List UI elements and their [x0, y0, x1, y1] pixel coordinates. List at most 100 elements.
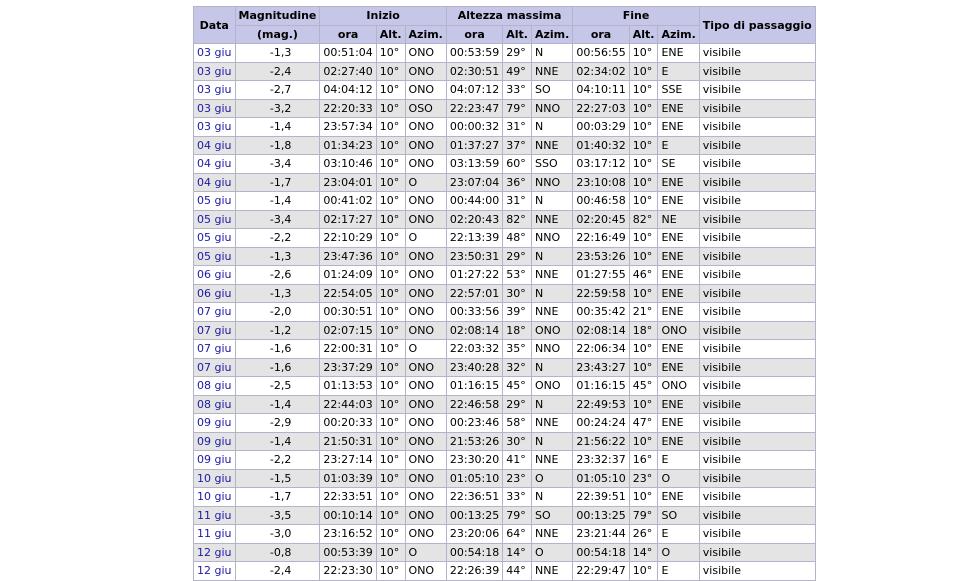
cell-max-altitude: 48° [502, 228, 532, 248]
col-header-pass-type: Tipo di passaggio [698, 6, 816, 44]
cell-max-time: 01:27:22 [445, 265, 504, 285]
cell-start-azimuth: O [404, 172, 447, 192]
date-link[interactable]: 12 giu [197, 546, 232, 559]
cell-end-altitude: 47° [628, 413, 659, 433]
cell-date-link: 09 giu [193, 431, 236, 451]
cell-max-time: 23:50:31 [445, 246, 504, 266]
date-link[interactable]: 03 giu [197, 65, 232, 78]
date-link[interactable]: 04 giu [197, 139, 232, 152]
date-link[interactable]: 09 giu [197, 453, 232, 466]
cell-date-link: 12 giu [193, 542, 236, 562]
cell-max-azimuth: N [530, 431, 574, 451]
date-link[interactable]: 05 giu [197, 231, 232, 244]
date-link[interactable]: 08 giu [197, 398, 232, 411]
cell-max-time: 04:07:12 [445, 80, 504, 100]
date-link[interactable]: 04 giu [197, 157, 232, 170]
cell-max-azimuth: O [530, 542, 574, 562]
date-link[interactable]: 05 giu [197, 250, 232, 263]
cell-start-azimuth: ONO [404, 561, 447, 581]
date-link[interactable]: 07 giu [197, 305, 232, 318]
date-link[interactable]: 07 giu [197, 324, 232, 337]
date-link[interactable]: 05 giu [197, 213, 232, 226]
cell-start-time: 23:47:36 [319, 246, 377, 266]
date-link[interactable]: 07 giu [197, 342, 232, 355]
date-link[interactable]: 05 giu [197, 194, 232, 207]
date-link[interactable]: 12 giu [197, 564, 232, 577]
cell-start-altitude: 10° [375, 117, 406, 137]
cell-end-time: 02:20:45 [572, 209, 630, 229]
cell-magnitude: -1,3 [234, 246, 321, 266]
cell-start-azimuth: ONO [404, 209, 447, 229]
cell-start-azimuth: ONO [404, 43, 447, 63]
cell-start-altitude: 10° [375, 154, 406, 174]
cell-start-time: 00:53:39 [319, 542, 377, 562]
cell-start-azimuth: ONO [404, 376, 447, 396]
cell-end-azimuth: E [657, 450, 700, 470]
cell-pass-type: visibile [698, 98, 816, 118]
cell-pass-type: visibile [698, 172, 816, 192]
col-header-end-time: ora [572, 24, 630, 44]
date-link[interactable]: 03 giu [197, 102, 232, 115]
cell-pass-type: visibile [698, 450, 816, 470]
cell-start-altitude: 10° [375, 561, 406, 581]
cell-max-altitude: 39° [502, 302, 532, 322]
cell-start-azimuth: ONO [404, 431, 447, 451]
cell-magnitude: -1,6 [234, 339, 321, 359]
cell-max-azimuth: N [530, 394, 574, 414]
cell-start-time: 01:24:09 [319, 265, 377, 285]
table-row: 05 giu -1,4 00:41:02 10° ONO 00:44:00 31° N 00:4… [193, 191, 816, 211]
cell-date-link: 07 giu [193, 302, 236, 322]
date-link[interactable]: 07 giu [197, 361, 232, 374]
date-link[interactable]: 06 giu [197, 287, 232, 300]
cell-max-altitude: 30° [502, 283, 532, 303]
cell-end-altitude: 79° [628, 505, 659, 525]
cell-pass-type: visibile [698, 283, 816, 303]
cell-end-azimuth: E [657, 524, 700, 544]
cell-end-time: 00:35:42 [572, 302, 630, 322]
date-link[interactable]: 03 giu [197, 83, 232, 96]
date-link[interactable]: 11 giu [197, 509, 232, 522]
date-link[interactable]: 09 giu [197, 416, 232, 429]
cell-max-time: 23:07:04 [445, 172, 504, 192]
cell-end-time: 01:27:55 [572, 265, 630, 285]
date-link[interactable]: 10 giu [197, 472, 232, 485]
date-link[interactable]: 03 giu [197, 46, 232, 59]
cell-max-time: 01:05:10 [445, 468, 504, 488]
cell-end-altitude: 10° [628, 172, 659, 192]
header-row-1: Data Magnitudine Inizio Altezza massima … [193, 6, 816, 44]
cell-date-link: 03 giu [193, 43, 236, 63]
cell-max-altitude: 29° [502, 43, 532, 63]
cell-max-time: 23:20:06 [445, 524, 504, 544]
date-link[interactable]: 08 giu [197, 379, 232, 392]
cell-end-azimuth: ENE [657, 265, 700, 285]
cell-max-time: 02:30:51 [445, 61, 504, 81]
table-row: 04 giu -1,8 01:34:23 10° ONO 01:37:27 37° NNE 01… [193, 135, 816, 155]
cell-max-azimuth: ONO [530, 320, 574, 340]
cell-start-azimuth: ONO [404, 302, 447, 322]
cell-start-altitude: 10° [375, 80, 406, 100]
cell-max-azimuth: NNO [530, 339, 574, 359]
cell-date-link: 05 giu [193, 191, 236, 211]
cell-start-time: 02:27:40 [319, 61, 377, 81]
cell-max-azimuth: NNE [530, 413, 574, 433]
cell-start-altitude: 10° [375, 339, 406, 359]
cell-max-time: 23:40:28 [445, 357, 504, 377]
date-link[interactable]: 06 giu [197, 268, 232, 281]
cell-start-time: 04:04:12 [319, 80, 377, 100]
col-header-max-time: ora [445, 24, 504, 44]
cell-pass-type: visibile [698, 302, 816, 322]
date-link[interactable]: 09 giu [197, 435, 232, 448]
date-link[interactable]: 11 giu [197, 527, 232, 540]
cell-start-altitude: 10° [375, 228, 406, 248]
table-row: 09 giu -2,2 23:27:14 10° ONO 23:30:20 41° NNE 23… [193, 450, 816, 470]
cell-end-azimuth: E [657, 61, 700, 81]
cell-max-time: 22:26:39 [445, 561, 504, 581]
table-row: 03 giu -2,4 02:27:40 10° ONO 02:30:51 49° NNE 02… [193, 61, 816, 81]
cell-magnitude: -1,2 [234, 320, 321, 340]
cell-date-link: 07 giu [193, 320, 236, 340]
date-link[interactable]: 03 giu [197, 120, 232, 133]
date-link[interactable]: 04 giu [197, 176, 232, 189]
table-row: 03 giu -2,7 04:04:12 10° ONO 04:07:12 33° SO 04:… [193, 80, 816, 100]
cell-start-time: 23:04:01 [319, 172, 377, 192]
date-link[interactable]: 10 giu [197, 490, 232, 503]
